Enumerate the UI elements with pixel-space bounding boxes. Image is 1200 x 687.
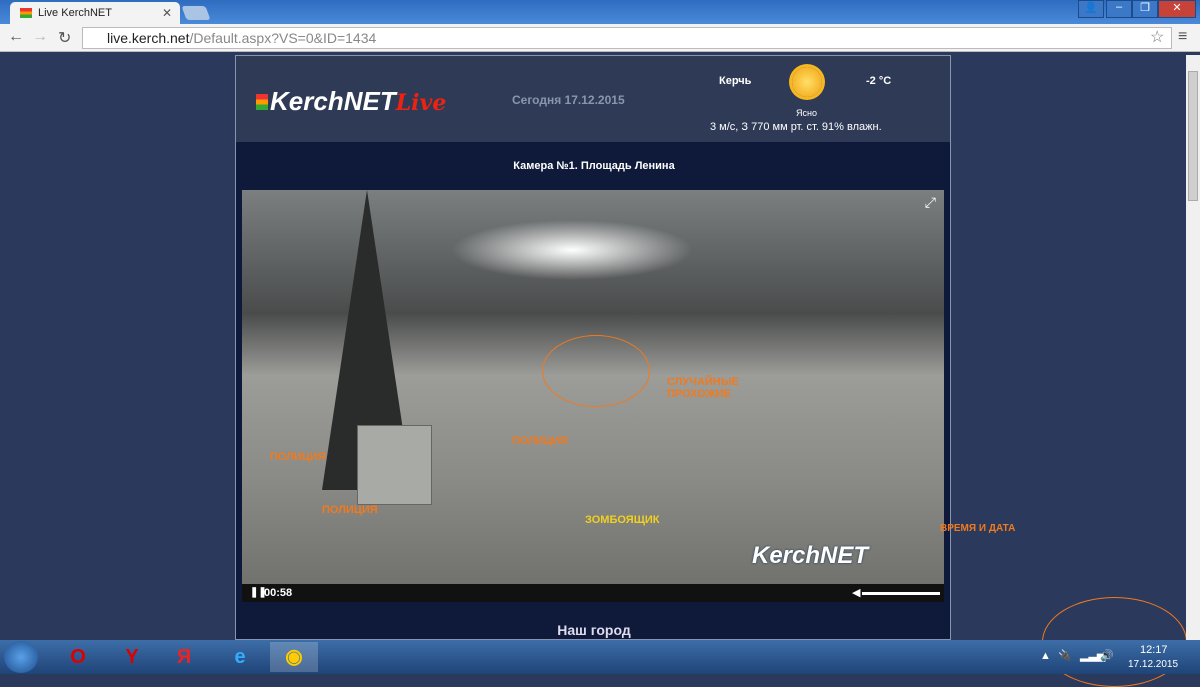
annotation-ellipse [542,335,650,407]
minimize-button[interactable]: – [1106,0,1132,18]
annotation-police: ПОЛИЦИЯ [322,504,378,516]
yandex-browser-icon[interactable]: Y [108,642,156,672]
bookmark-star-icon[interactable]: ☆ [1150,27,1164,47]
weather-temp: -2 °C [866,75,892,87]
annotation-random: СЛУЧАЙНЫЕ ПРОХОЖИЕ [667,376,739,400]
restore-button[interactable]: ❐ [1132,0,1158,18]
volume-icon[interactable]: ◀ [852,586,860,599]
user-icon[interactable]: 👤 [1078,0,1104,18]
clock-time[interactable]: 12:17 [1140,644,1168,656]
clock-date[interactable]: 17.12.2015 [1128,659,1178,670]
annotation-police: ПОЛИЦИЯ [512,435,568,447]
tray-expand-icon[interactable]: ▲ [1040,650,1051,662]
new-tab-button[interactable] [181,6,211,20]
url-host: live.kerch.net [107,30,190,46]
browser-toolbar: ← → ↻ live.kerch.net/Default.aspx?VS=0&I… [0,24,1200,52]
video-controls: ❚❚ 00:58 ◀ [242,584,944,602]
weather-condition: Ясно [796,108,817,118]
today-date: Сегодня 17.12.2015 [512,93,625,107]
browser-titlebar: Live KerchNET ✕ 👤 – ❐ ✕ [0,0,1200,24]
video-watermark: KerchNET [752,542,869,569]
taskbar: O Y Я e ◉ ▲ 🔌 ▂▃▅ 🔊 12:17 17.12.2015 [0,640,1200,674]
kiosk [357,425,432,505]
annotation-zombie: ЗОМБОЯЩИК [585,514,660,526]
logo-text: KerchNET [270,86,396,116]
volume-slider[interactable] [862,592,940,595]
logo-live: Live [395,90,447,116]
power-icon[interactable]: 🔌 [1058,649,1072,662]
section-heading: Наш город [557,622,631,638]
scrollbar[interactable] [1186,55,1200,640]
sun-icon [792,67,822,97]
close-tab-icon[interactable]: ✕ [162,6,172,20]
video-player[interactable]: СЛУЧАЙНЫЕ ПРОХОЖИЕ ПОЛИЦИЯ ПОЛИЦИЯ ПОЛИЦ… [242,190,944,602]
close-window-button[interactable]: ✕ [1158,0,1196,18]
browser-tab[interactable]: Live KerchNET ✕ [10,2,180,24]
tab-title: Live KerchNET [38,7,112,19]
fullscreen-icon[interactable]: ⤢ [925,194,936,211]
annotation-police: ПОЛИЦИЯ [270,451,326,463]
video-time: 00:58 [264,587,293,599]
reload-icon[interactable]: ↻ [58,28,71,48]
site-logo[interactable]: KerchNETLive [256,86,446,117]
scrollbar-thumb[interactable] [1188,71,1198,201]
menu-icon[interactable]: ≡ [1178,28,1187,46]
camera-section: Камера №1. Площадь Ленина СЛУЧАЙНЫЕ ПРОХ… [236,142,950,639]
weather-details: 3 м/с, З 770 мм рт. ст. 91% влажн. [710,121,882,133]
page-content: KerchNETLive Сегодня 17.12.2015 Керчь -2… [235,55,951,640]
camera-title: Камера №1. Площадь Ленина [513,160,675,172]
weather-city: Керчь [719,75,752,87]
yandex-icon[interactable]: Я [160,642,208,672]
annotation-timedate: ВРЕМЯ И ДАТА [940,523,1016,534]
volume-tray-icon[interactable]: 🔊 [1100,649,1114,662]
address-bar[interactable]: live.kerch.net/Default.aspx?VS=0&ID=1434 [82,27,1172,49]
back-icon[interactable]: ← [8,28,24,46]
start-button[interactable] [4,641,38,673]
chrome-icon[interactable]: ◉ [270,642,318,672]
forward-icon[interactable]: → [32,28,48,46]
url-path: /Default.aspx?VS=0&ID=1434 [189,30,377,46]
opera-icon[interactable]: O [54,642,102,672]
ie-icon[interactable]: e [216,642,264,672]
favicon-icon [20,8,32,18]
